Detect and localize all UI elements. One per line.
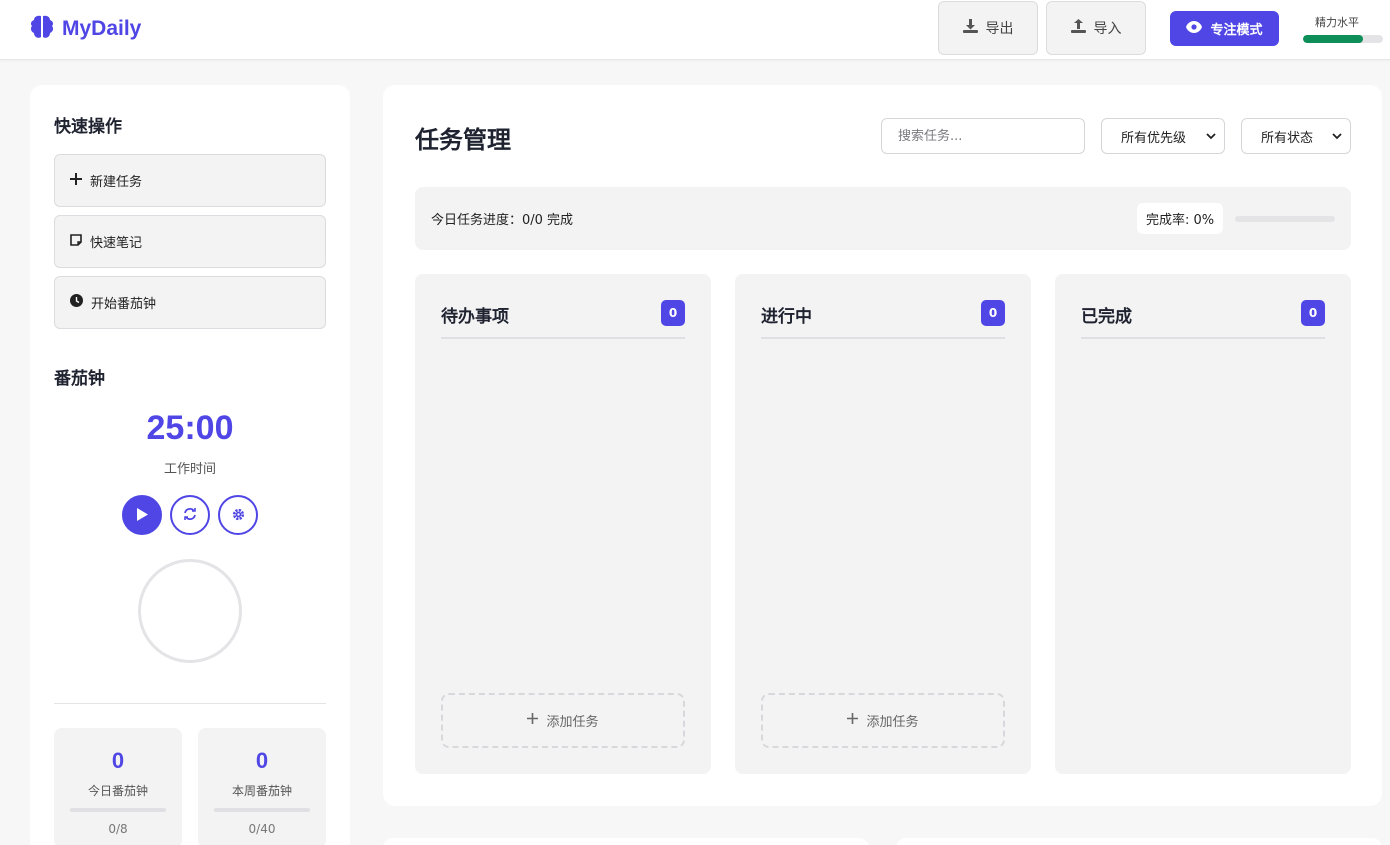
start-pomodoro-label: 开始番茄钟 — [91, 297, 157, 312]
new-task-label: 新建任务 — [90, 175, 143, 190]
energy-label: 精力水平 — [1315, 16, 1359, 29]
plus-icon — [70, 172, 82, 189]
reset-button[interactable] — [170, 495, 210, 535]
today-pomodoro-label: 今日番茄钟 — [87, 784, 148, 798]
eye-icon — [1186, 20, 1203, 37]
column-header: 进行中 0 — [761, 300, 1005, 339]
add-task-button[interactable]: 添加任务 — [761, 693, 1005, 748]
daily-progress-bar: 今日任务进度：0/0 完成 完成率: 0% — [415, 187, 1351, 250]
play-icon — [136, 506, 148, 525]
energy-meter: 精力水平 — [1303, 14, 1383, 43]
status-filter-select[interactable]: 所有状态 — [1241, 118, 1351, 154]
focus-mode-button[interactable]: 专注模式 — [1170, 11, 1279, 46]
pomodoro-progress-ring — [138, 559, 242, 663]
today-pomodoro-goal: 0/8 — [108, 822, 128, 836]
today-pomodoro-count: 0 — [111, 748, 125, 773]
upload-icon — [1070, 19, 1086, 37]
completion-rate-text: 完成率: 0% — [1146, 213, 1215, 228]
priority-filter-value: 所有优先级 — [1121, 130, 1187, 146]
lower-card-right — [896, 838, 1382, 845]
plus-icon — [527, 713, 539, 728]
completion-rate-badge: 完成率: 0% — [1137, 203, 1224, 234]
quick-note-button[interactable]: 快速笔记 — [54, 215, 326, 268]
column-done: 已完成 0 — [1055, 274, 1351, 774]
new-task-button[interactable]: 新建任务 — [54, 154, 326, 207]
lower-card-left — [383, 838, 869, 845]
week-pomodoro-goal: 0/40 — [248, 822, 276, 836]
add-task-label: 添加任务 — [546, 715, 599, 730]
daily-progress-text: 今日任务进度：0/0 完成 — [431, 213, 574, 228]
top-bar: MyDaily 导出 导入 专注模式 精力水平 — [0, 0, 1390, 60]
energy-fill — [1303, 35, 1363, 43]
column-header: 待办事项 0 — [441, 300, 685, 339]
pomodoro-title: 番茄钟 — [54, 369, 105, 389]
column-title: 进行中 — [761, 307, 812, 327]
week-pomodoro-label: 本周番茄钟 — [231, 784, 292, 798]
column-title: 待办事项 — [441, 307, 509, 327]
quick-actions-title: 快速操作 — [54, 117, 122, 137]
priority-filter-select[interactable]: 所有优先级 — [1101, 118, 1225, 154]
week-pomodoro-stat: 0 本周番茄钟 0/40 — [198, 728, 326, 845]
clock-icon — [70, 294, 83, 311]
quick-note-label: 快速笔记 — [90, 236, 143, 251]
status-filter-value: 所有状态 — [1261, 130, 1314, 146]
add-task-button[interactable]: 添加任务 — [441, 693, 685, 748]
chevron-down-icon — [1206, 129, 1216, 144]
download-icon — [962, 19, 978, 37]
column-todo: 待办事项 0 添加任务 — [415, 274, 711, 774]
pomodoro-mode-label: 工作时间 — [163, 462, 216, 477]
today-pomodoro-stat: 0 今日番茄钟 0/8 — [54, 728, 182, 845]
add-task-label: 添加任务 — [866, 715, 919, 730]
import-label: 导入 — [1093, 21, 1122, 37]
column-count-badge: 0 — [661, 300, 685, 326]
today-pomodoro-bar — [70, 808, 166, 812]
app-logo[interactable]: MyDaily — [30, 14, 141, 44]
focus-mode-label: 专注模式 — [1210, 23, 1263, 38]
energy-track — [1303, 35, 1383, 43]
app-name: MyDaily — [62, 17, 142, 40]
refresh-icon — [183, 506, 197, 525]
column-title: 已完成 — [1081, 307, 1132, 327]
chevron-down-icon — [1332, 129, 1342, 144]
import-button[interactable]: 导入 — [1046, 1, 1146, 55]
sidebar: 快速操作 新建任务 快速笔记 开始番茄钟 番茄钟 25:00 工作时间 0 今日… — [30, 85, 350, 845]
timer-settings-button[interactable] — [218, 495, 258, 535]
plus-icon — [847, 713, 859, 728]
column-header: 已完成 0 — [1081, 300, 1325, 339]
note-icon — [70, 233, 82, 250]
column-in-progress: 进行中 0 添加任务 — [735, 274, 1031, 774]
sidebar-divider — [54, 703, 326, 704]
start-pomodoro-button[interactable]: 开始番茄钟 — [54, 276, 326, 329]
page-title: 任务管理 — [415, 126, 511, 154]
pomodoro-timer: 25:00 — [146, 409, 234, 447]
settings-icon — [232, 506, 245, 525]
task-management-panel: 任务管理 所有优先级 所有状态 今日任务进度：0/0 完成 完成率: 0% 待办… — [383, 85, 1382, 806]
column-count-badge: 0 — [981, 300, 1005, 326]
search-input[interactable] — [881, 118, 1085, 154]
export-button[interactable]: 导出 — [938, 1, 1038, 55]
brain-icon — [30, 14, 54, 44]
play-button[interactable] — [122, 495, 162, 535]
week-pomodoro-count: 0 — [255, 748, 269, 773]
week-pomodoro-bar — [214, 808, 310, 812]
export-label: 导出 — [985, 21, 1014, 37]
column-count-badge: 0 — [1301, 300, 1325, 326]
completion-rate-track — [1235, 216, 1335, 222]
